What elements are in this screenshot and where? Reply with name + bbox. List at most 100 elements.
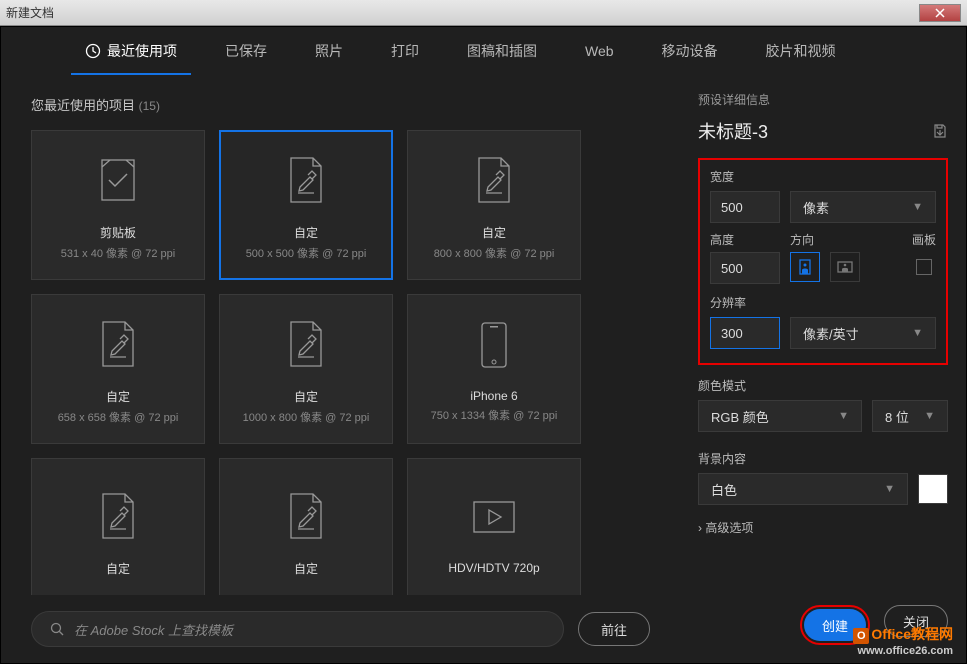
height-input[interactable]: 500 — [710, 252, 780, 284]
recent-header: 您最近使用的项目 (15) — [31, 95, 650, 114]
card-dimensions: 1000 x 800 像素 @ 72 ppi — [243, 409, 370, 425]
width-input[interactable]: 500 — [710, 191, 780, 223]
artboard-label: 画板 — [912, 231, 936, 248]
tab-web[interactable]: Web — [561, 27, 638, 75]
tab-mobile[interactable]: 移动设备 — [638, 27, 742, 75]
chevron-down-icon: ▼ — [912, 327, 923, 339]
preset-card[interactable]: HDV/HDTV 720p — [407, 458, 581, 595]
preset-card[interactable]: 自定 — [219, 458, 393, 595]
tab-art[interactable]: 图稿和插图 — [443, 27, 561, 75]
search-icon — [50, 622, 64, 636]
create-label: 创建 — [822, 616, 848, 635]
save-preset-icon[interactable] — [932, 123, 948, 139]
card-title: 自定 — [294, 388, 318, 405]
orientation-portrait-button[interactable] — [790, 252, 820, 282]
card-dimensions: 750 x 1334 像素 @ 72 ppi — [431, 407, 558, 423]
category-tabs: 最近使用项 已保存 照片 打印 图稿和插图 Web 移动设备 胶片和视频 — [1, 27, 966, 75]
recent-count: (15) — [139, 99, 160, 113]
card-title: 自定 — [482, 224, 506, 241]
card-title: iPhone 6 — [470, 389, 517, 403]
preset-details-panel: 预设详细信息 未标题-3 宽度 500 像素 ▼ 高度 500 — [680, 75, 966, 663]
tab-label: 照片 — [315, 41, 343, 61]
resolution-input[interactable]: 300 — [710, 317, 780, 349]
dimensions-highlight: 宽度 500 像素 ▼ 高度 500 方向 — [698, 158, 948, 365]
width-unit-select[interactable]: 像素 ▼ — [790, 191, 936, 223]
custom-icon — [286, 150, 326, 210]
detail-header: 预设详细信息 — [698, 91, 948, 108]
close-button[interactable]: 关闭 — [884, 605, 948, 637]
clock-icon — [85, 43, 101, 59]
custom-icon — [474, 150, 514, 210]
phone-icon — [479, 315, 509, 375]
custom-icon — [286, 486, 326, 546]
chevron-down-icon: ▼ — [924, 410, 935, 422]
chevron-down-icon: ▼ — [884, 483, 895, 495]
color-mode-select[interactable]: RGB 颜色 ▼ — [698, 400, 862, 432]
portrait-icon — [799, 259, 811, 275]
height-label: 高度 — [710, 231, 780, 248]
background-swatch[interactable] — [918, 474, 948, 504]
resolution-unit-select[interactable]: 像素/英寸 ▼ — [790, 317, 936, 349]
chevron-right-icon: › — [698, 521, 702, 535]
content-area: 您最近使用的项目 (15) 剪贴板 531 x 40 像素 @ 72 ppi 自… — [1, 75, 966, 663]
background-value: 白色 — [711, 480, 737, 499]
bit-depth-select[interactable]: 8 位 ▼ — [872, 400, 948, 432]
preset-card[interactable]: 自定 500 x 500 像素 @ 72 ppi — [219, 130, 393, 280]
card-title: 自定 — [106, 560, 130, 577]
background-select[interactable]: 白色 ▼ — [698, 473, 908, 505]
tab-label: 最近使用项 — [107, 41, 177, 61]
preset-card[interactable]: iPhone 6 750 x 1334 像素 @ 72 ppi — [407, 294, 581, 444]
tab-photo[interactable]: 照片 — [291, 27, 367, 75]
tab-label: Web — [585, 43, 614, 59]
card-title: HDV/HDTV 720p — [448, 561, 539, 575]
tab-label: 图稿和插图 — [467, 41, 537, 61]
orientation-label: 方向 — [790, 231, 860, 248]
close-window-button[interactable] — [919, 4, 961, 22]
artboard-checkbox[interactable] — [916, 259, 932, 275]
orientation-landscape-button[interactable] — [830, 252, 860, 282]
tab-label: 打印 — [391, 41, 419, 61]
chevron-down-icon: ▼ — [912, 201, 923, 213]
bit-depth-value: 8 位 — [885, 407, 909, 426]
tab-label: 胶片和视频 — [766, 41, 836, 61]
advanced-options-toggle[interactable]: › 高级选项 — [698, 519, 948, 536]
tab-saved[interactable]: 已保存 — [201, 27, 291, 75]
width-label: 宽度 — [710, 168, 936, 185]
tab-label: 已保存 — [225, 41, 267, 61]
tab-film[interactable]: 胶片和视频 — [742, 27, 860, 75]
preset-card[interactable]: 自定 658 x 658 像素 @ 72 ppi — [31, 294, 205, 444]
landscape-icon — [837, 261, 853, 273]
document-name-row: 未标题-3 — [698, 118, 948, 144]
create-highlight: 创建 — [800, 605, 870, 645]
go-label: 前往 — [601, 620, 627, 639]
card-title: 自定 — [294, 560, 318, 577]
preset-card[interactable]: 剪贴板 531 x 40 像素 @ 72 ppi — [31, 130, 205, 280]
tab-label: 移动设备 — [662, 41, 718, 61]
video-icon — [469, 487, 519, 547]
preset-card[interactable]: 自定 800 x 800 像素 @ 72 ppi — [407, 130, 581, 280]
preset-cards-grid: 剪贴板 531 x 40 像素 @ 72 ppi 自定 500 x 500 像素… — [31, 130, 650, 595]
close-label: 关闭 — [903, 612, 929, 631]
search-bar: 在 Adobe Stock 上查找模板 前往 — [31, 595, 650, 663]
preset-card[interactable]: 自定 — [31, 458, 205, 595]
search-input[interactable]: 在 Adobe Stock 上查找模板 — [31, 611, 564, 647]
card-title: 剪贴板 — [100, 224, 136, 241]
new-document-dialog: 最近使用项 已保存 照片 打印 图稿和插图 Web 移动设备 胶片和视频 您最近… — [0, 26, 967, 664]
width-unit-label: 像素 — [803, 198, 829, 217]
search-placeholder: 在 Adobe Stock 上查找模板 — [74, 620, 233, 639]
go-button[interactable]: 前往 — [578, 612, 650, 646]
chevron-down-icon: ▼ — [838, 410, 849, 422]
create-button[interactable]: 创建 — [804, 609, 866, 641]
window-title: 新建文档 — [6, 4, 919, 21]
footer-buttons: 创建 关闭 — [800, 605, 948, 645]
clipboard-icon — [97, 150, 139, 210]
tab-print[interactable]: 打印 — [367, 27, 443, 75]
document-name[interactable]: 未标题-3 — [698, 118, 768, 144]
preset-card[interactable]: 自定 1000 x 800 像素 @ 72 ppi — [219, 294, 393, 444]
card-dimensions: 500 x 500 像素 @ 72 ppi — [246, 245, 367, 261]
card-title: 自定 — [106, 388, 130, 405]
resolution-label: 分辨率 — [710, 294, 936, 311]
resolution-unit-label: 像素/英寸 — [803, 324, 859, 343]
tab-recent[interactable]: 最近使用项 — [61, 27, 201, 75]
recent-label: 您最近使用的项目 — [31, 98, 135, 113]
